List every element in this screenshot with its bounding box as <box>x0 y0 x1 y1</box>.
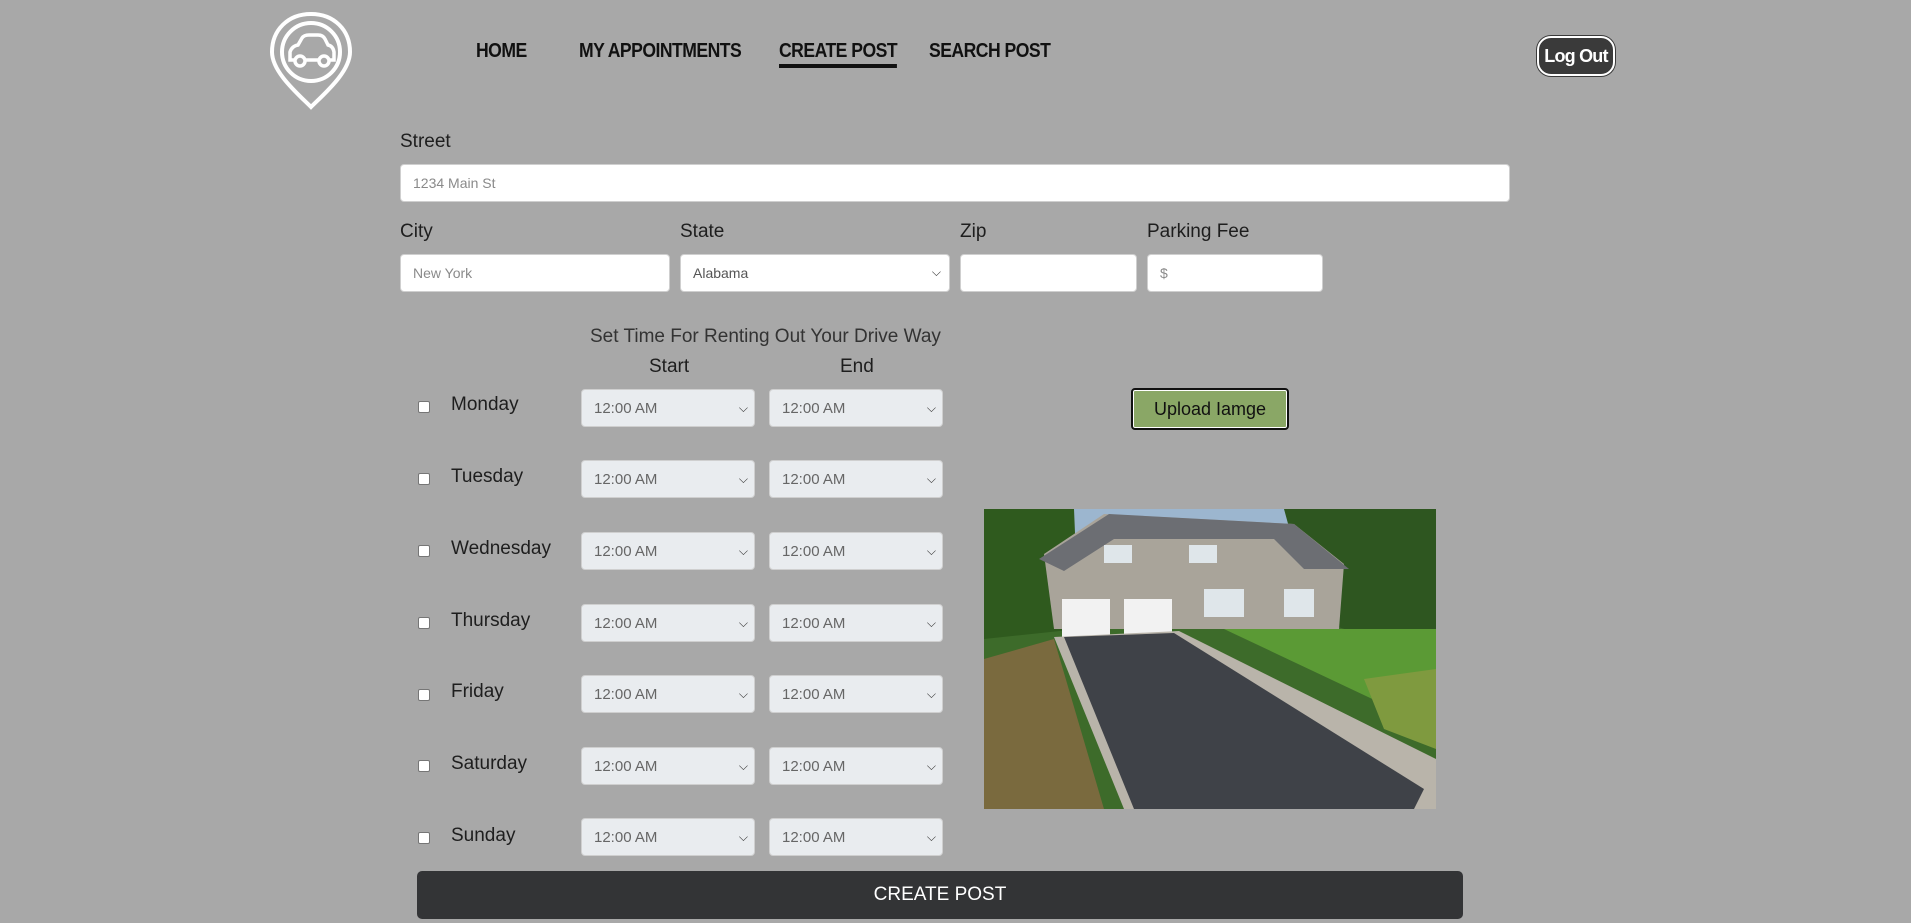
start-time-value: 12:00 AM <box>594 399 658 417</box>
end-time-value: 12:00 AM <box>782 470 846 488</box>
start-time-value: 12:00 AM <box>594 470 658 488</box>
parking-fee-input[interactable]: $ <box>1147 254 1323 292</box>
start-time-select[interactable]: 12:00 AM ⌵ <box>581 389 755 427</box>
day-label: Thursday <box>451 610 531 631</box>
nav-my-appointments[interactable]: MY APPOINTMENTS <box>579 40 742 63</box>
sunday-checkbox[interactable] <box>418 832 430 844</box>
zip-input[interactable] <box>960 254 1137 292</box>
end-time-select[interactable]: 12:00 AM ⌵ <box>769 747 943 785</box>
start-time-select[interactable]: 12:00 AM ⌵ <box>581 460 755 498</box>
state-select[interactable]: Alabama ⌵ <box>680 254 950 292</box>
chevron-down-icon: ⌵ <box>926 401 936 415</box>
start-time-select[interactable]: 12:00 AM ⌵ <box>581 675 755 713</box>
start-time-value: 12:00 AM <box>594 542 658 560</box>
end-column-header: End <box>840 356 874 377</box>
saturday-checkbox[interactable] <box>418 760 430 772</box>
state-label: State <box>680 221 725 242</box>
chevron-down-icon: ⌵ <box>926 472 936 486</box>
chevron-down-icon: ⌵ <box>738 401 748 415</box>
start-time-value: 12:00 AM <box>594 828 658 846</box>
city-label: City <box>400 221 433 242</box>
end-time-select[interactable]: 12:00 AM ⌵ <box>769 604 943 642</box>
end-time-select[interactable]: 12:00 AM ⌵ <box>769 389 943 427</box>
day-label: Friday <box>451 681 504 702</box>
city-input[interactable]: New York <box>400 254 670 292</box>
wednesday-checkbox[interactable] <box>418 545 430 557</box>
end-time-value: 12:00 AM <box>782 542 846 560</box>
street-input[interactable]: 1234 Main St <box>400 164 1510 202</box>
end-time-select[interactable]: 12:00 AM ⌵ <box>769 818 943 856</box>
end-time-select[interactable]: 12:00 AM ⌵ <box>769 675 943 713</box>
chevron-down-icon: ⌵ <box>738 544 748 558</box>
day-label: Monday <box>451 394 519 415</box>
nav-home[interactable]: HOME <box>476 40 527 63</box>
parking-fee-label: Parking Fee <box>1147 221 1250 242</box>
chevron-down-icon: ⌵ <box>738 616 748 630</box>
thursday-checkbox[interactable] <box>418 617 430 629</box>
chevron-down-icon: ⌵ <box>926 687 936 701</box>
chevron-down-icon: ⌵ <box>738 759 748 773</box>
create-post-button[interactable]: CREATE POST <box>417 871 1463 919</box>
start-time-value: 12:00 AM <box>594 614 658 632</box>
logo-icon[interactable] <box>268 10 354 110</box>
logout-button[interactable]: Log Out <box>1537 36 1615 76</box>
schedule-title: Set Time For Renting Out Your Drive Way <box>590 326 941 347</box>
end-time-select[interactable]: 12:00 AM ⌵ <box>769 532 943 570</box>
chevron-down-icon: ⌵ <box>926 759 936 773</box>
chevron-down-icon: ⌵ <box>738 472 748 486</box>
chevron-down-icon: ⌵ <box>738 687 748 701</box>
upload-image-button[interactable]: Upload Iamge <box>1131 388 1289 430</box>
start-time-select[interactable]: 12:00 AM ⌵ <box>581 818 755 856</box>
day-label: Tuesday <box>451 466 524 487</box>
start-time-select[interactable]: 12:00 AM ⌵ <box>581 747 755 785</box>
end-time-value: 12:00 AM <box>782 828 846 846</box>
chevron-down-icon: ⌵ <box>931 265 941 279</box>
end-time-select[interactable]: 12:00 AM ⌵ <box>769 460 943 498</box>
nav-search-post[interactable]: SEARCH POST <box>929 40 1051 63</box>
chevron-down-icon: ⌵ <box>926 544 936 558</box>
monday-checkbox[interactable] <box>418 401 430 413</box>
state-select-value: Alabama <box>693 265 749 281</box>
end-time-value: 12:00 AM <box>782 757 846 775</box>
driveway-photo <box>984 509 1436 809</box>
day-label: Wednesday <box>451 538 551 559</box>
start-column-header: Start <box>649 356 690 377</box>
chevron-down-icon: ⌵ <box>926 616 936 630</box>
chevron-down-icon: ⌵ <box>738 830 748 844</box>
zip-label: Zip <box>960 221 987 242</box>
end-time-value: 12:00 AM <box>782 399 846 417</box>
start-time-select[interactable]: 12:00 AM ⌵ <box>581 604 755 642</box>
end-time-value: 12:00 AM <box>782 685 846 703</box>
nav-create-post[interactable]: CREATE POST <box>779 40 898 68</box>
end-time-value: 12:00 AM <box>782 614 846 632</box>
tuesday-checkbox[interactable] <box>418 473 430 485</box>
start-time-value: 12:00 AM <box>594 757 658 775</box>
street-label: Street <box>400 131 451 152</box>
day-label: Sunday <box>451 825 516 846</box>
friday-checkbox[interactable] <box>418 689 430 701</box>
day-label: Saturday <box>451 753 528 774</box>
start-time-select[interactable]: 12:00 AM ⌵ <box>581 532 755 570</box>
start-time-value: 12:00 AM <box>594 685 658 703</box>
chevron-down-icon: ⌵ <box>926 830 936 844</box>
